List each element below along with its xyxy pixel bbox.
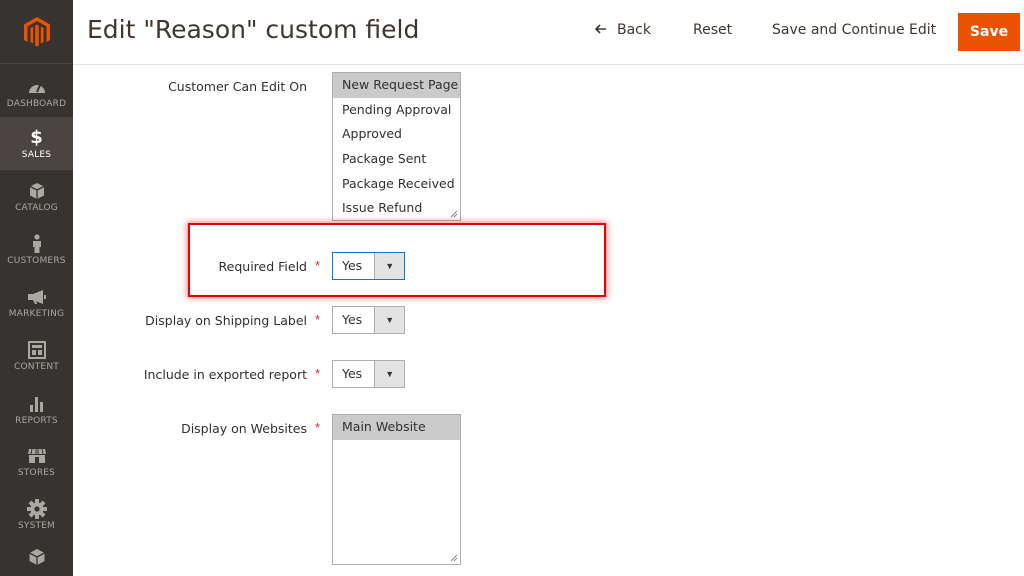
shipping-label-label: Display on Shipping Label — [145, 313, 307, 328]
sidebar-item-label: SYSTEM — [17, 520, 56, 531]
cube-icon — [28, 547, 46, 567]
box-icon — [29, 181, 45, 201]
save-and-continue-button[interactable]: Save and Continue Edit — [772, 22, 936, 38]
required-asterisk: * — [315, 420, 321, 435]
list-item[interactable]: Pending Approval — [333, 98, 460, 123]
required-field-label: Required Field — [218, 259, 307, 274]
arrow-left-icon — [594, 22, 607, 38]
sidebar-item-content[interactable]: CONTENT — [0, 329, 73, 382]
sidebar-item-label: CATALOG — [15, 202, 58, 213]
sidebar-item-reports[interactable]: REPORTS — [0, 383, 73, 436]
storefront-icon — [27, 446, 47, 466]
customer-can-edit-multiselect[interactable]: New Request Page Pending Approval Approv… — [332, 72, 461, 221]
required-field-select[interactable]: Yes ▼ — [332, 252, 405, 280]
required-asterisk: * — [315, 366, 321, 381]
admin-sidebar: DASHBOARD $ SALES CATALOG CUSTOMERS MARK… — [0, 0, 73, 576]
required-asterisk: * — [315, 258, 321, 273]
exported-report-select[interactable]: Yes ▼ — [332, 360, 405, 388]
list-item[interactable]: Package Sent — [333, 147, 460, 172]
sidebar-item-label: STORES — [17, 467, 56, 478]
select-value: Yes — [342, 312, 363, 327]
sidebar-item-sales[interactable]: $ SALES — [0, 117, 73, 170]
list-item[interactable]: Approved — [333, 122, 460, 147]
sidebar-item-catalog[interactable]: CATALOG — [0, 170, 73, 223]
shipping-label-select[interactable]: Yes ▼ — [332, 306, 405, 334]
required-asterisk: * — [315, 312, 321, 327]
layout-icon — [27, 340, 46, 360]
list-item[interactable]: Issue Refund — [333, 196, 460, 220]
sidebar-item-extensions[interactable] — [0, 540, 73, 576]
speedometer-icon — [28, 77, 46, 97]
exported-report-label: Include in exported report — [143, 367, 307, 382]
list-item[interactable]: Package Received — [333, 172, 460, 197]
websites-label: Display on Websites — [181, 421, 307, 436]
back-label: Back — [617, 22, 651, 38]
chevron-down-icon: ▼ — [374, 253, 404, 279]
sidebar-item-label: MARKETING — [8, 308, 65, 319]
magento-logo-icon[interactable] — [0, 0, 73, 64]
customer-can-edit-label: Customer Can Edit On — [168, 79, 307, 94]
sidebar-item-marketing[interactable]: MARKETING — [0, 276, 73, 329]
sidebar-item-label: CUSTOMERS — [7, 255, 66, 266]
sidebar-item-label: DASHBOARD — [6, 98, 67, 109]
websites-multiselect[interactable]: Main Website — [332, 414, 461, 565]
page-title: Edit "Reason" custom field — [87, 15, 420, 44]
resize-handle-icon[interactable] — [450, 210, 458, 218]
person-icon — [31, 233, 43, 254]
sidebar-item-label: REPORTS — [15, 415, 58, 426]
dollar-icon: $ — [30, 127, 43, 148]
page-header: Edit "Reason" custom field Back Reset Sa… — [73, 0, 1024, 65]
chevron-down-icon: ▼ — [374, 307, 404, 333]
list-item[interactable]: New Request Page — [333, 73, 460, 98]
sidebar-item-label: CONTENT — [14, 361, 59, 372]
select-value: Yes — [342, 366, 363, 381]
sidebar-item-dashboard[interactable]: DASHBOARD — [0, 66, 73, 119]
reset-button[interactable]: Reset — [693, 22, 732, 38]
sidebar-item-customers[interactable]: CUSTOMERS — [0, 223, 73, 276]
back-button[interactable]: Back — [594, 22, 651, 38]
sidebar-item-system[interactable]: SYSTEM — [0, 488, 73, 541]
select-value: Yes — [342, 258, 363, 273]
list-item[interactable]: Main Website — [333, 415, 460, 440]
chevron-down-icon: ▼ — [374, 361, 404, 387]
save-button[interactable]: Save — [958, 13, 1020, 51]
gear-icon — [26, 498, 47, 519]
sidebar-item-stores[interactable]: STORES — [0, 435, 73, 488]
megaphone-icon — [27, 287, 47, 307]
bar-chart-icon — [28, 394, 46, 414]
sidebar-item-label: SALES — [21, 149, 52, 160]
resize-handle-icon[interactable] — [450, 554, 458, 562]
